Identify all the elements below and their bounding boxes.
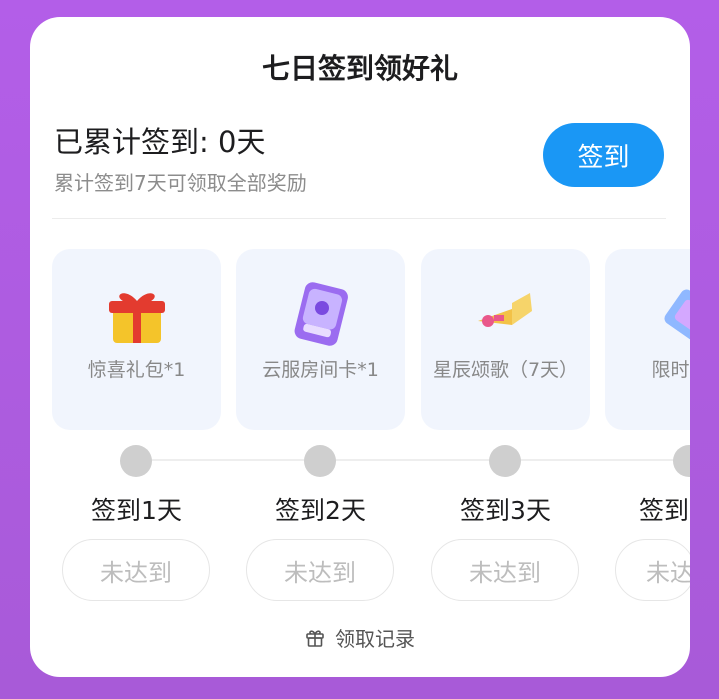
day-status-2: 未达到 [246,539,394,601]
reward-name: 星辰颂歌（7天） [432,359,579,381]
day-status-3: 未达到 [431,539,579,601]
gift-box-icon [108,293,165,343]
day-status-4: 未达 [615,539,690,601]
day-dot-4 [673,445,690,477]
progress-line [132,459,690,461]
checkin-hint: 累计签到7天可领取全部奖励 [54,171,307,195]
day-label-2: 签到2天 [275,496,366,525]
coupon-icon [664,289,690,341]
day-status-1: 未达到 [62,539,210,601]
trumpet-icon [477,293,532,327]
day-dot-2 [304,445,336,477]
reward-card-3: 星辰颂歌（7天） [421,249,590,430]
checkin-count: 已累计签到: 0天 [54,125,266,159]
dialog-title: 七日签到领好礼 [261,52,458,85]
reward-card-4: 限时拾券 [605,249,690,430]
day-label-4: 签到 [639,496,690,525]
day-dot-1 [120,445,152,477]
day-label-3: 签到3天 [460,496,551,525]
reward-card-1: 惊喜礼包*1 [52,249,221,430]
claim-record-label: 领取记录 [335,627,415,651]
reward-strip[interactable]: 惊喜礼包*1 云服房间卡*1 星辰颂歌（7天） 限时 签到1天 签到2天 签到3… [52,249,690,649]
checkin-dialog: 七日签到领好礼 已累计签到: 0天 累计签到7天可领取全部奖励 签到 惊喜礼包*… [30,17,690,677]
reward-name: 限时拾券 [651,359,690,381]
gift-outline-icon [306,629,324,647]
day-dot-3 [489,445,521,477]
checkin-button[interactable]: 签到 [543,123,664,187]
divider [52,218,666,219]
page-background: 七日签到领好礼 已累计签到: 0天 累计签到7天可领取全部奖励 签到 惊喜礼包*… [0,0,719,699]
reward-name: 惊喜礼包*1 [87,359,186,381]
mini-room-card-icon [294,282,348,346]
day-label-1: 签到1天 [91,496,182,525]
reward-card-2: 云服房间卡*1 [236,249,405,430]
claim-record-link[interactable]: 领取记录 [30,623,690,652]
reward-name: 云服房间卡*1 [262,359,379,381]
